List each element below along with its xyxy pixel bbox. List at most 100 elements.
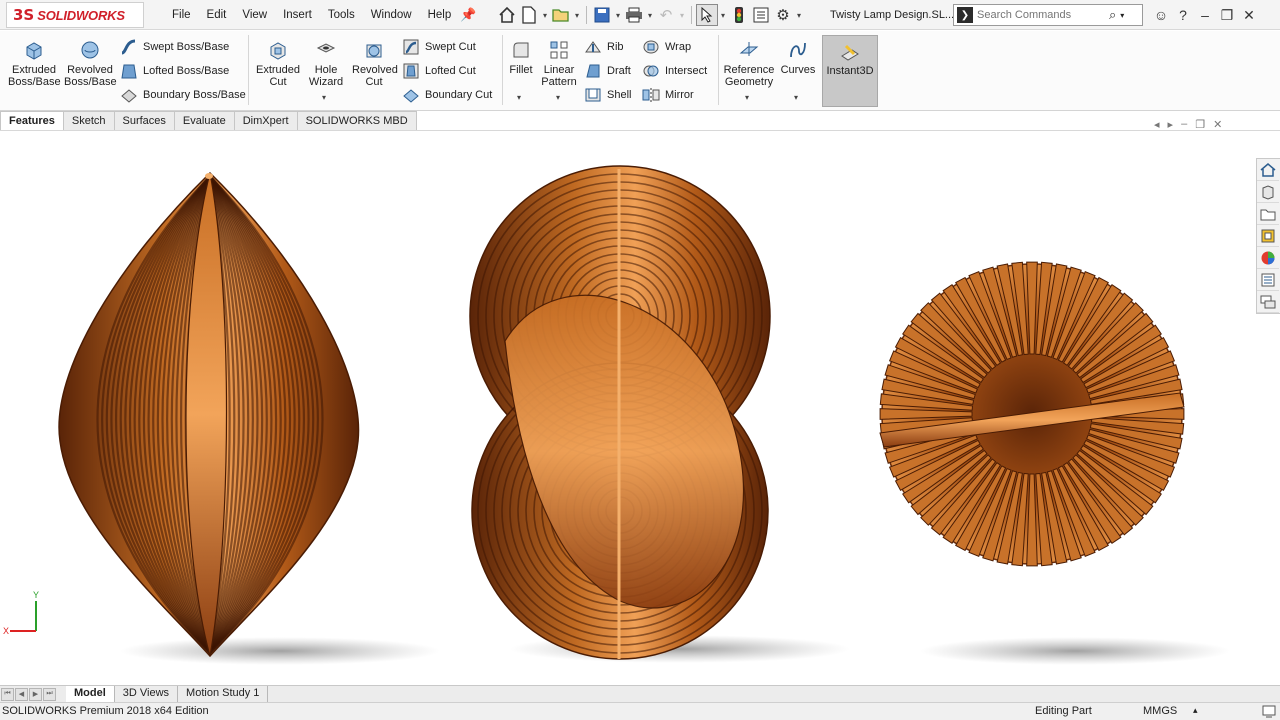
- tab-surfaces[interactable]: Surfaces: [114, 111, 175, 131]
- pin-icon[interactable]: 📌: [460, 7, 476, 23]
- viewport-close-icon[interactable]: ✕: [1213, 118, 1222, 131]
- solidworks-resources-icon[interactable]: [1257, 159, 1279, 181]
- menu-window[interactable]: Window: [363, 9, 420, 21]
- extruded-cut-button[interactable]: Extruded Cut: [254, 39, 302, 88]
- unit-system-button[interactable]: MMGS: [1143, 705, 1177, 717]
- reference-geometry-dropdown-icon[interactable]: ▾: [745, 93, 749, 102]
- fillet-dropdown-icon[interactable]: ▾: [517, 93, 521, 102]
- menu-help[interactable]: Help: [420, 9, 460, 21]
- minimize-icon[interactable]: –: [1194, 7, 1216, 23]
- tab-3d-views[interactable]: 3D Views: [115, 686, 179, 702]
- select-icon[interactable]: [696, 4, 718, 26]
- new-document-icon[interactable]: [518, 4, 540, 26]
- view-palette-icon[interactable]: [1257, 225, 1279, 247]
- restore-icon[interactable]: ❐: [1216, 7, 1238, 24]
- tab-features[interactable]: Features: [0, 111, 64, 131]
- design-library-icon[interactable]: [1257, 181, 1279, 203]
- revolved-cut-button[interactable]: Revolved Cut: [350, 39, 398, 88]
- open-icon[interactable]: [550, 4, 572, 26]
- linear-pattern-button[interactable]: Linear Pattern: [538, 39, 580, 88]
- undo-dropdown-icon[interactable]: ▾: [677, 11, 687, 20]
- graphics-area[interactable]: Y X: [0, 131, 1280, 685]
- menu-edit[interactable]: Edit: [199, 9, 235, 21]
- lamp1-shadow: [120, 637, 440, 665]
- search-icon[interactable]: ⌕: [1109, 7, 1116, 23]
- curves-dropdown-icon[interactable]: ▾: [794, 93, 798, 102]
- reference-geometry-button[interactable]: Reference Geometry: [722, 39, 776, 88]
- instant3d-button[interactable]: Instant3D: [822, 35, 878, 107]
- intersect-button[interactable]: Intersect: [642, 61, 707, 81]
- tab-evaluate[interactable]: Evaluate: [174, 111, 235, 131]
- save-dropdown-icon[interactable]: ▾: [613, 11, 623, 20]
- swept-boss-button[interactable]: Swept Boss/Base: [120, 37, 229, 57]
- hole-wizard-dropdown-icon[interactable]: ▾: [322, 93, 326, 102]
- menu-insert[interactable]: Insert: [275, 9, 320, 21]
- extruded-boss-button[interactable]: Extruded Boss/Base: [8, 39, 61, 88]
- search-commands[interactable]: ❯ ⌕ ▾: [953, 4, 1143, 26]
- revolved-boss-button[interactable]: Revolved Boss/Base: [64, 39, 117, 88]
- draft-icon: [586, 64, 600, 78]
- open-dropdown-icon[interactable]: ▾: [572, 11, 582, 20]
- options-icon[interactable]: ⚙: [772, 4, 794, 26]
- boundary-boss-button[interactable]: Boundary Boss/Base: [120, 85, 246, 105]
- boundary-cut-button[interactable]: Boundary Cut: [402, 85, 492, 105]
- viewport-minimize-icon[interactable]: –: [1181, 118, 1187, 131]
- curves-button[interactable]: Curves: [780, 39, 816, 76]
- tab-motion-study-1[interactable]: Motion Study 1: [178, 686, 269, 702]
- hole-wizard-button[interactable]: Hole Wizard: [304, 39, 348, 88]
- new-dropdown-icon[interactable]: ▾: [540, 11, 550, 20]
- menu-view[interactable]: View: [234, 9, 275, 21]
- first-tab-icon[interactable]: ⏮: [1, 687, 14, 701]
- next-view-icon[interactable]: ▸: [1168, 118, 1174, 131]
- lamp-model-side-view[interactable]: [58, 171, 360, 658]
- mirror-button[interactable]: Mirror: [642, 85, 694, 105]
- save-icon[interactable]: [591, 4, 613, 26]
- ds-logo-icon: 3S: [13, 6, 35, 24]
- next-tab-icon[interactable]: ▶: [29, 687, 42, 701]
- options-dropdown-icon[interactable]: ▾: [794, 11, 804, 20]
- last-tab-icon[interactable]: ⏭: [43, 687, 56, 701]
- home-icon[interactable]: [496, 4, 518, 26]
- custom-properties-icon[interactable]: [1257, 269, 1279, 291]
- menu-file[interactable]: File: [164, 9, 199, 21]
- fillet-button[interactable]: Fillet: [506, 39, 536, 76]
- file-explorer-icon[interactable]: [1257, 203, 1279, 225]
- tab-sketch[interactable]: Sketch: [63, 111, 115, 131]
- viewport-restore-icon[interactable]: ❐: [1195, 118, 1205, 131]
- tab-dimxpert[interactable]: DimXpert: [234, 111, 298, 131]
- rib-button[interactable]: Rib: [584, 37, 624, 57]
- previous-view-icon[interactable]: ◂: [1154, 118, 1160, 131]
- appearances-icon[interactable]: [1257, 247, 1279, 269]
- print-icon[interactable]: [623, 4, 645, 26]
- lofted-boss-button[interactable]: Lofted Boss/Base: [120, 61, 229, 81]
- reference-geometry-icon: [739, 42, 759, 56]
- draft-button[interactable]: Draft: [584, 61, 631, 81]
- model-viewport-canvas[interactable]: Y X: [0, 131, 1280, 685]
- lamp-model-front-view[interactable]: [469, 165, 771, 660]
- search-input[interactable]: [977, 9, 1107, 21]
- rebuild-icon[interactable]: [728, 4, 750, 26]
- tab-model[interactable]: Model: [66, 686, 115, 702]
- search-dropdown-icon[interactable]: ▾: [1120, 11, 1124, 20]
- help-icon[interactable]: ?: [1172, 7, 1194, 23]
- unit-system-dropdown-icon[interactable]: ▴: [1193, 705, 1198, 716]
- lamp-model-top-view[interactable]: [879, 261, 1185, 567]
- menu-tools[interactable]: Tools: [320, 9, 363, 21]
- rebuild-status-icon[interactable]: [1262, 704, 1276, 720]
- close-icon[interactable]: ✕: [1238, 7, 1260, 24]
- swept-boss-icon: [121, 39, 136, 55]
- tab-solidworks-mbd[interactable]: SOLIDWORKS MBD: [297, 111, 417, 131]
- lofted-cut-button[interactable]: Lofted Cut: [402, 61, 476, 81]
- wrap-button[interactable]: Wrap: [642, 37, 691, 57]
- file-properties-icon[interactable]: [750, 4, 772, 26]
- print-dropdown-icon[interactable]: ▾: [645, 11, 655, 20]
- swept-cut-button[interactable]: Swept Cut: [402, 37, 476, 57]
- undo-icon[interactable]: ↶: [655, 4, 677, 26]
- previous-tab-icon[interactable]: ◀: [15, 687, 28, 701]
- linear-pattern-dropdown-icon[interactable]: ▾: [556, 93, 560, 102]
- shell-button[interactable]: Shell: [584, 85, 631, 105]
- select-dropdown-icon[interactable]: ▾: [718, 11, 728, 20]
- user-icon[interactable]: ☺: [1150, 7, 1172, 23]
- solidworks-logo[interactable]: 3S SOLIDWORKS: [6, 2, 144, 28]
- forum-icon[interactable]: [1257, 291, 1279, 313]
